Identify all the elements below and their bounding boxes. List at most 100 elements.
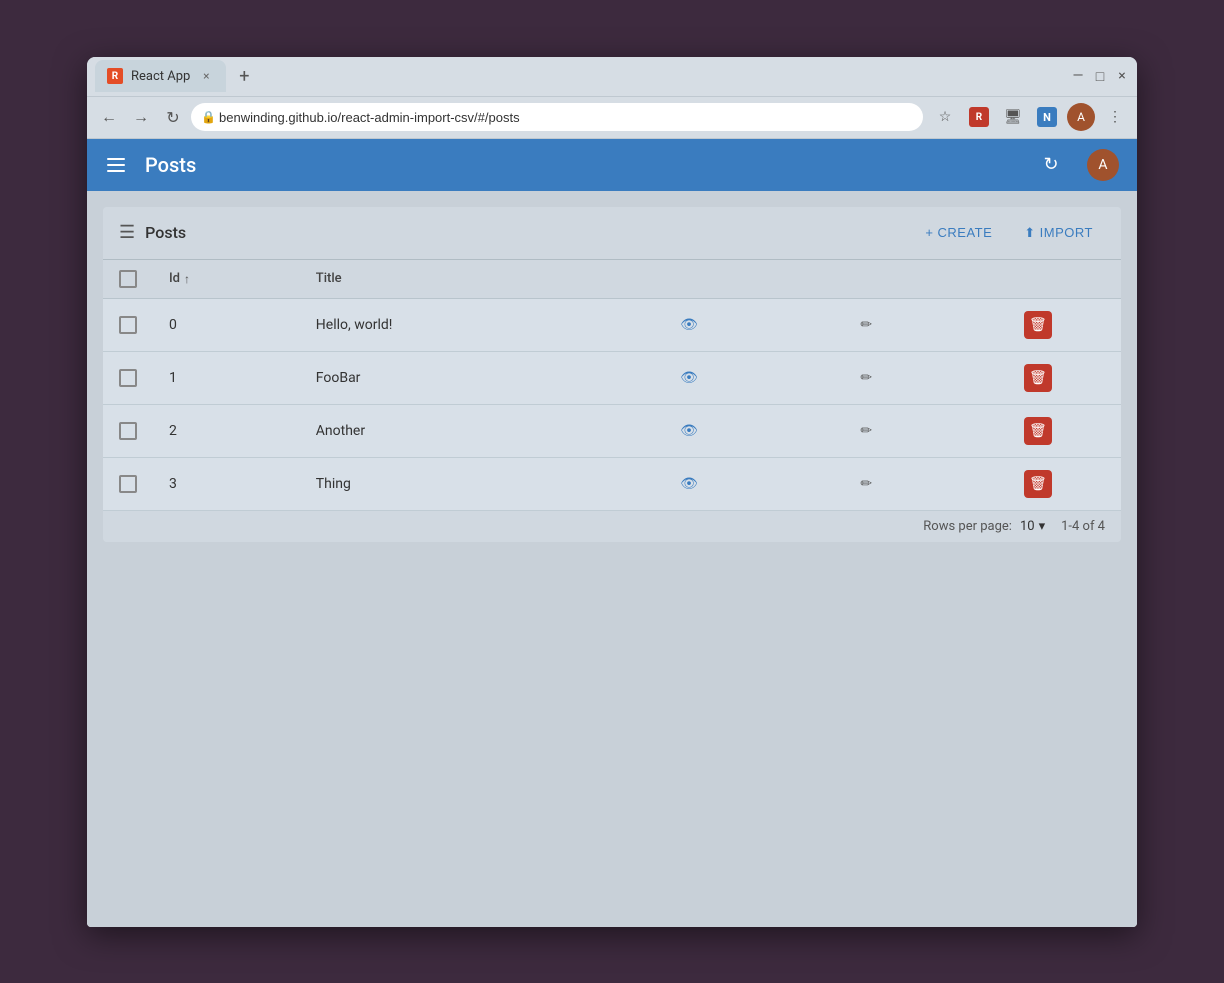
row-checkbox-2[interactable] [119,422,137,440]
posts-section: ☰ Posts + CREATE ⬆ IMPORT [103,207,1121,542]
rows-per-page-select[interactable]: 10 ▾ [1020,519,1045,534]
toolbar-icons: ☆ R 🖥 N A ⋮ [931,103,1129,131]
edit-button-2[interactable]: ✏ [850,415,882,447]
edit-button-3[interactable]: ✏ [850,468,882,500]
rows-per-page-label: Rows per page: [923,519,1012,534]
refresh-button[interactable]: ↻ [1033,147,1069,183]
row-id-cell: 0 [153,298,300,351]
posts-header: ☰ Posts + CREATE ⬆ IMPORT [103,207,1121,259]
pagination-row: Rows per page: 10 ▾ 1-4 of 4 [103,511,1121,542]
window-controls: — □ × [1071,69,1129,83]
select-all-header [103,260,153,299]
select-all-checkbox[interactable] [119,270,137,288]
menu-icon[interactable]: ⋮ [1101,103,1129,131]
id-column-label: Id [169,271,180,286]
maximize-button[interactable]: □ [1093,69,1107,83]
reload-button[interactable]: ↻ [159,103,187,131]
bookmark-icon[interactable]: ☆ [931,103,959,131]
row-title-cell: Hello, world! [300,298,601,351]
delete-button-3[interactable]: 🗑 [1024,470,1052,498]
browser-tab[interactable]: R React App × [95,60,226,92]
app-header: Posts ↻ A [87,139,1137,191]
row-id-cell: 1 [153,351,300,404]
row-view-cell: 👁 [600,457,777,510]
edit-button-1[interactable]: ✏ [850,362,882,394]
row-title-cell: FooBar [300,351,601,404]
row-delete-cell: 🗑 [955,351,1121,404]
address-input[interactable] [191,103,923,131]
title-column-header: Title [300,260,601,299]
close-button[interactable]: × [1115,69,1129,83]
extension-icon-1[interactable]: R [965,103,993,131]
table-row: 3 Thing 👁 ✏ 🗑 [103,457,1121,510]
row-checkbox-1[interactable] [119,369,137,387]
import-icon: ⬆ [1024,225,1035,241]
security-lock-icon: 🔒 [201,110,216,124]
create-label: CREATE [938,225,993,240]
title-column-label: Title [316,271,342,286]
row-edit-cell: ✏ [778,457,955,510]
posts-section-title: Posts [145,223,186,242]
id-column-header[interactable]: Id ↑ [153,260,300,299]
profile-avatar[interactable]: A [1067,103,1095,131]
row-checkbox-0[interactable] [119,316,137,334]
minimize-button[interactable]: — [1071,69,1085,83]
row-title-cell: Another [300,404,601,457]
import-label: IMPORT [1040,225,1093,240]
page-info: 1-4 of 4 [1061,519,1105,534]
hamburger-menu-button[interactable] [103,154,129,176]
delete-button-1[interactable]: 🗑 [1024,364,1052,392]
tab-title: React App [131,69,190,84]
sort-asc-icon: ↑ [184,272,190,286]
account-button[interactable]: A [1085,147,1121,183]
row-id-cell: 3 [153,457,300,510]
table-row: 2 Another 👁 ✏ 🗑 [103,404,1121,457]
new-tab-button[interactable]: + [230,62,258,90]
view-button-2[interactable]: 👁 [673,415,705,447]
row-checkbox-cell [103,457,153,510]
posts-header-left: ☰ Posts [119,222,913,243]
view-button-3[interactable]: 👁 [673,468,705,500]
actions-column-header [600,260,777,299]
row-edit-cell: ✏ [778,351,955,404]
row-edit-cell: ✏ [778,298,955,351]
row-delete-cell: 🗑 [955,457,1121,510]
posts-header-actions: + CREATE ⬆ IMPORT [913,219,1105,247]
row-checkbox-3[interactable] [119,475,137,493]
row-view-cell: 👁 [600,298,777,351]
tab-close-button[interactable]: × [198,68,214,84]
tab-favicon: R [107,68,123,84]
row-id-cell: 2 [153,404,300,457]
row-checkbox-cell [103,404,153,457]
back-button[interactable]: ← [95,103,123,131]
app-area: Posts ↻ A ☰ Posts + CREATE [87,139,1137,927]
data-table: Id ↑ Title [103,260,1121,511]
view-button-0[interactable]: 👁 [673,309,705,341]
table-body: 0 Hello, world! 👁 ✏ 🗑 [103,298,1121,510]
forward-button[interactable]: → [127,103,155,131]
row-title-cell: Thing [300,457,601,510]
view-button-1[interactable]: 👁 [673,362,705,394]
table-row: 0 Hello, world! 👁 ✏ 🗑 [103,298,1121,351]
cast-icon[interactable]: 🖥 [999,103,1027,131]
address-bar: ← → ↻ 🔒 ☆ R 🖥 N A ⋮ [87,97,1137,139]
extension-icon-2[interactable]: N [1033,103,1061,131]
row-delete-cell: 🗑 [955,404,1121,457]
row-view-cell: 👁 [600,404,777,457]
row-checkbox-cell [103,351,153,404]
create-icon: + [925,225,933,240]
edit-button-0[interactable]: ✏ [850,309,882,341]
delete-button-2[interactable]: 🗑 [1024,417,1052,445]
content-area: ☰ Posts + CREATE ⬆ IMPORT [87,191,1137,927]
title-bar: R React App × + — □ × [87,57,1137,97]
browser-window: R React App × + — □ × ← → ↻ 🔒 ☆ R 🖥 N [87,57,1137,927]
row-checkbox-cell [103,298,153,351]
edit-column-header [778,260,955,299]
address-wrapper: 🔒 [191,103,923,131]
create-button[interactable]: + CREATE [913,219,1004,246]
row-view-cell: 👁 [600,351,777,404]
table-header: Id ↑ Title [103,260,1121,299]
list-view-icon: ☰ [119,222,135,243]
delete-button-0[interactable]: 🗑 [1024,311,1052,339]
import-button[interactable]: ⬆ IMPORT [1012,219,1105,247]
